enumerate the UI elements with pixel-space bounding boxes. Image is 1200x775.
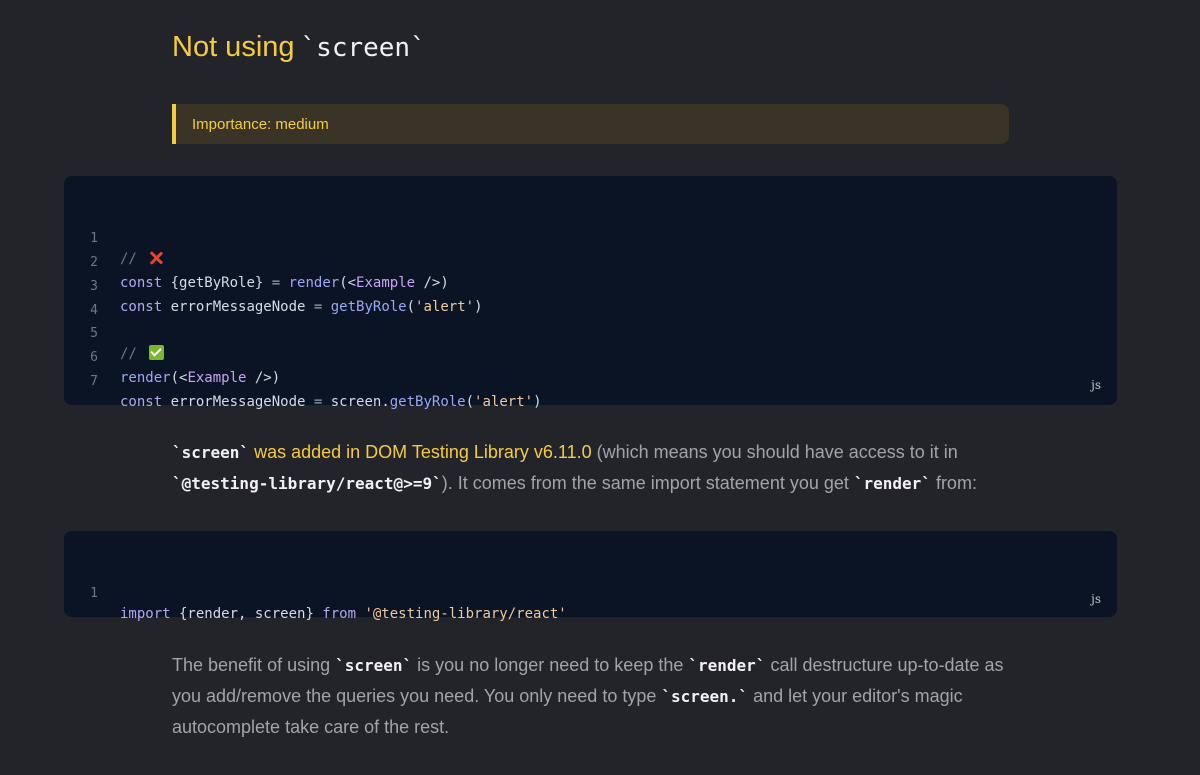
check-mark-icon: [149, 345, 165, 360]
code-keyword: const: [120, 299, 163, 315]
line-number: 1: [90, 586, 98, 601]
code-keyword: const: [120, 275, 163, 291]
section-heading: Not using `screen`: [172, 28, 426, 67]
importance-callout: Importance: medium: [172, 104, 1009, 144]
line-number: 3: [90, 279, 98, 294]
code-token: ): [533, 394, 542, 410]
line-number: 1: [90, 231, 98, 246]
paragraph-text: is you no longer need to keep the: [412, 655, 689, 675]
code-line: 1 //: [64, 209, 137, 267]
paragraph-text: ). It comes from the same import stateme…: [441, 473, 854, 493]
code-line: 1 import {render, screen} from '@testing…: [64, 564, 567, 622]
code-line: 3 const errorMessageNode = getByRole('al…: [64, 257, 482, 315]
inline-code: `render`: [688, 656, 766, 675]
release-highlight: was added in DOM Testing Library v6.11.0: [254, 442, 592, 462]
code-string: 'alert': [415, 299, 475, 315]
code-token: (<: [339, 275, 357, 291]
code-token: (: [465, 394, 475, 410]
code-keyword: import: [120, 606, 171, 622]
screen-intro-paragraph: `screen` was added in DOM Testing Librar…: [172, 437, 1012, 499]
importance-label: Importance: medium: [192, 116, 329, 133]
code-function: getByRole: [389, 394, 466, 410]
code-comment: //: [120, 346, 146, 362]
code-token: ): [474, 299, 483, 315]
paragraph-text: from:: [930, 473, 977, 493]
line-number: 5: [90, 326, 98, 341]
code-function: render: [280, 275, 340, 291]
code-token: (: [406, 299, 416, 315]
code-jsx-component: Example: [187, 370, 247, 386]
inline-code: `render`: [853, 474, 931, 493]
code-line: 7 const errorMessageNode = screen.getByR…: [64, 352, 541, 410]
line-number: 7: [90, 374, 98, 389]
code-token: errorMessageNode: [162, 299, 314, 315]
code-keyword: const: [120, 394, 163, 410]
heading-text: Not using: [172, 31, 295, 63]
code-string: '@testing-library/react': [356, 606, 567, 622]
code-token: (<: [170, 370, 188, 386]
code-token: {getByRole}: [162, 275, 272, 291]
code-block-incorrect-correct: 1 // 2 const {getByRole} = render(<Examp…: [64, 176, 1117, 410]
line-number: 4: [90, 303, 98, 318]
code-block-import: 1 import {render, screen} from '@testing…: [64, 531, 1117, 622]
code-language-label: js: [1091, 378, 1101, 392]
code-line: 2 const {getByRole} = render(<Example />…: [64, 233, 449, 291]
code-line: 6 render(<Example />): [64, 328, 280, 386]
code-string: 'alert': [474, 394, 534, 410]
code-function: render: [120, 370, 171, 386]
cross-mark-icon: [149, 251, 163, 265]
code-function: getByRole: [322, 299, 407, 315]
line-number: 2: [90, 255, 98, 270]
code-comment: //: [120, 251, 146, 267]
inline-code: `screen.`: [661, 687, 749, 706]
code-token: errorMessageNode: [162, 394, 314, 410]
code-token: screen.: [322, 394, 390, 410]
benefit-paragraph: The benefit of using `screen` is you no …: [172, 650, 1012, 743]
code-keyword: from: [322, 606, 357, 622]
code-jsx-component: Example: [356, 275, 416, 291]
code-language-label: js: [1091, 592, 1101, 606]
paragraph-text: (which means you should have access to i…: [591, 442, 958, 462]
code-token: {render, screen}: [170, 606, 323, 622]
code-token: />): [415, 275, 449, 291]
paragraph-text: The benefit of using: [172, 655, 336, 675]
code-token: />): [246, 370, 281, 386]
code-operator: =: [271, 275, 281, 291]
heading-inline-code: `screen`: [300, 33, 426, 63]
code-line: 5 //: [64, 304, 165, 362]
line-number: 6: [90, 350, 98, 365]
inline-code: `@testing-library/react@>=9`: [172, 474, 442, 493]
inline-code: `screen`: [172, 443, 250, 462]
code-line: 4: [64, 281, 98, 318]
inline-code: `screen`: [335, 656, 413, 675]
